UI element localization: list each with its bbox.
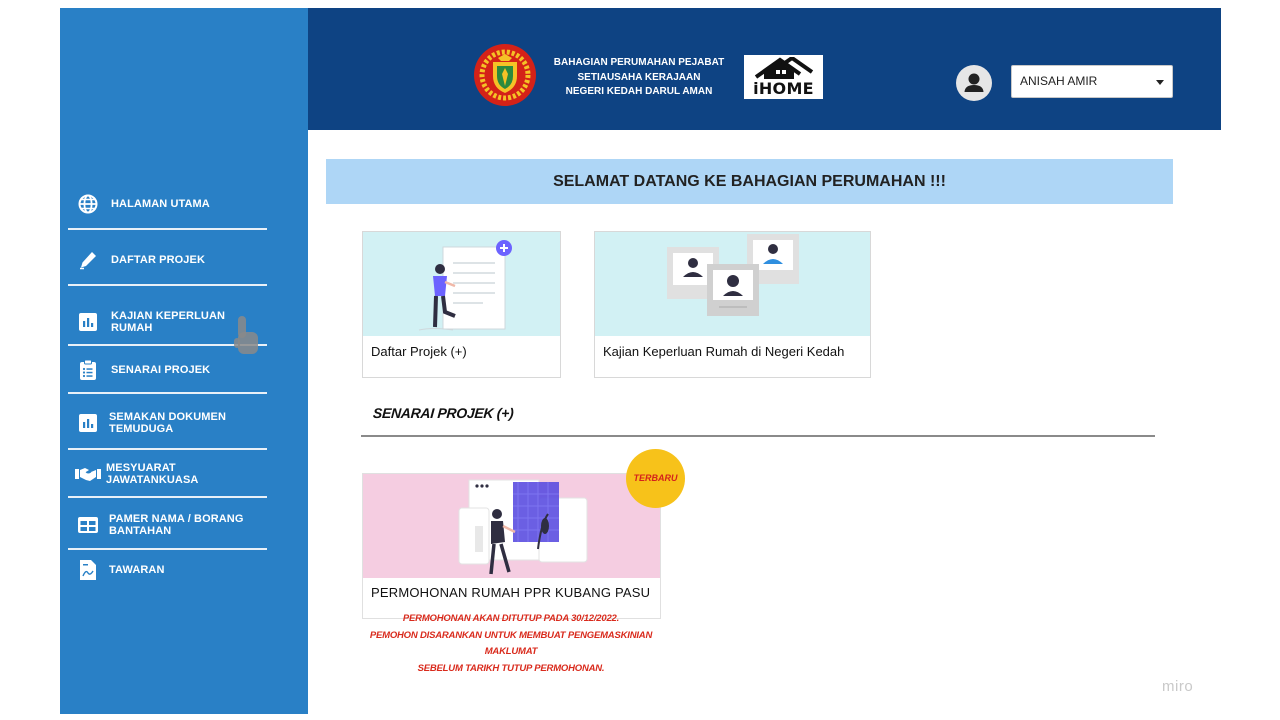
sidebar: HALAMAN UTAMA DAFTAR PROJEK KAJIAN KEPER… — [60, 8, 308, 714]
sidebar-item-senarai-projek[interactable]: SENARAI PROJEK — [68, 358, 267, 382]
register-illustration — [363, 232, 560, 336]
sidebar-item-daftar-projek[interactable]: DAFTAR PROJEK — [68, 248, 267, 272]
daftar-projek-card[interactable]: Daftar Projek (+) — [362, 231, 561, 378]
sidebar-divider — [68, 448, 267, 450]
welcome-banner: SELAMAT DATANG KE BAHAGIAN PERUMAHAN !!! — [326, 159, 1173, 204]
pen-icon — [75, 248, 101, 272]
project-card[interactable]: PERMOHONAN RUMAH PPR KUBANG PASU — [362, 473, 661, 619]
sidebar-divider — [68, 284, 267, 286]
sidebar-item-label: SENARAI PROJEK — [111, 364, 211, 376]
sidebar-item-semakan-dokumen-temuduga[interactable]: SEMAKAN DOKUMEN TEMUDUGA — [68, 409, 267, 437]
sidebar-item-label: PAMER NAMA / BORANG BANTAHAN — [109, 513, 244, 537]
project-title: PERMOHONAN RUMAH PPR KUBANG PASU — [371, 585, 651, 600]
bar-chart-icon — [75, 310, 101, 334]
organization-name: BAHAGIAN PERUMAHAN PEJABAT SETIAUSAHA KE… — [551, 56, 727, 100]
notice-line-2: PEMOHON DISARANKAN UNTUK MEMBUAT PENGEMA… — [369, 629, 653, 658]
profiles-illustration — [595, 232, 870, 336]
sidebar-item-label: HALAMAN UTAMA — [111, 198, 210, 210]
section-divider — [361, 435, 1155, 437]
project-notice: PERMOHONAN AKAN DITUTUP PADA 30/12/2022.… — [360, 611, 662, 677]
sidebar-item-label: DAFTAR PROJEK — [111, 254, 205, 266]
sidebar-item-tawaran[interactable]: TAWARAN — [68, 558, 267, 582]
user-avatar-icon[interactable] — [956, 65, 992, 101]
notice-line-3: SEBELUM TARIKH TUTUP PERMOHONAN. — [417, 662, 605, 674]
clipboard-list-icon — [75, 358, 101, 382]
ihome-logo-text: iHOME — [753, 79, 814, 98]
org-line-3: NEGERI KEDAH DARUL AMAN — [565, 86, 713, 97]
sidebar-item-label: KAJIAN KEPERLUAN RUMAH — [111, 310, 226, 334]
sidebar-divider — [68, 228, 267, 230]
table-icon — [75, 513, 101, 537]
notice-line-1: PERMOHONAN AKAN DITUTUP PADA 30/12/2022. — [402, 613, 620, 624]
sidebar-item-label: SEMAKAN DOKUMEN TEMUDUGA — [109, 411, 226, 435]
hand-cursor-icon — [234, 316, 260, 361]
user-dropdown-value: ANISAH AMIR — [1020, 74, 1098, 88]
top-header: BAHAGIAN PERUMAHAN PEJABAT SETIAUSAHA KE… — [308, 8, 1221, 130]
user-dropdown[interactable]: ANISAH AMIR — [1011, 65, 1173, 98]
miro-watermark: miro — [1162, 678, 1194, 695]
globe-icon — [75, 192, 101, 216]
kajian-keperluan-card[interactable]: Kajian Keperluan Rumah di Negeri Kedah — [594, 231, 871, 378]
sidebar-divider — [68, 496, 267, 498]
sidebar-item-pamer-nama-borang-bantahan[interactable]: PAMER NAMA / BORANG BANTAHAN — [68, 511, 267, 539]
document-icon — [75, 558, 101, 582]
sidebar-divider — [68, 548, 267, 550]
app-frame: HALAMAN UTAMA DAFTAR PROJEK KAJIAN KEPER… — [60, 8, 1221, 714]
org-line-2: SETIAUSAHA KERAJAAN — [577, 71, 701, 83]
caret-down-icon — [1156, 80, 1164, 85]
handshake-icon — [75, 462, 101, 486]
bar-chart-icon — [75, 411, 101, 435]
project-illustration — [363, 474, 660, 578]
card-caption: Daftar Projek (+) — [371, 344, 467, 359]
house-roof-icon — [754, 57, 814, 79]
sidebar-item-halaman-utama[interactable]: HALAMAN UTAMA — [68, 192, 267, 216]
org-line-1: BAHAGIAN PERUMAHAN PEJABAT — [553, 57, 725, 68]
sidebar-divider — [68, 392, 267, 394]
section-title-senarai-projek[interactable]: SENARAI PROJEK (+) — [372, 405, 514, 421]
new-badge: TERBARU — [626, 449, 685, 508]
sidebar-item-label: MESYUARAT JAWATANKUASA — [106, 462, 199, 486]
sidebar-item-label: TAWARAN — [109, 564, 165, 576]
sidebar-item-mesyuarat-jawatankuasa[interactable]: MESYUARAT JAWATANKUASA — [68, 460, 267, 488]
state-emblem-icon — [474, 44, 536, 106]
card-caption: Kajian Keperluan Rumah di Negeri Kedah — [603, 344, 845, 359]
ihome-logo: iHOME — [744, 55, 823, 99]
